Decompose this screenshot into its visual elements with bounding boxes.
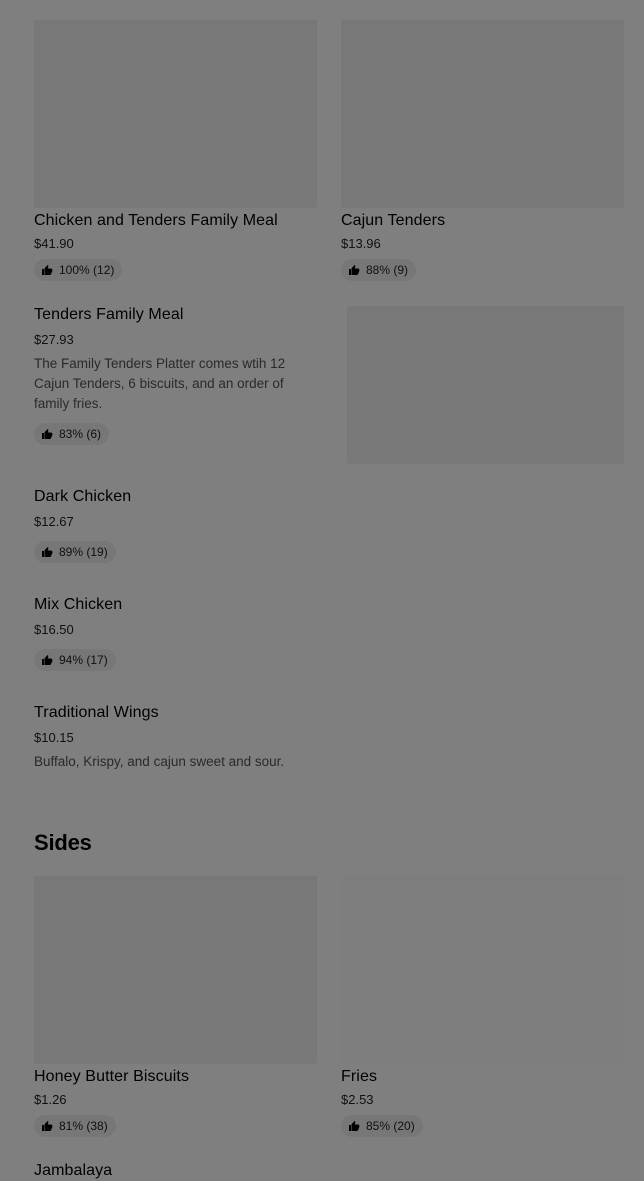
rating-badge: 83% (6) bbox=[34, 423, 110, 445]
item-price: $13.96 bbox=[341, 236, 381, 251]
item-image bbox=[341, 876, 624, 1064]
thumbs-up-icon bbox=[42, 655, 53, 665]
item-title: Honey Butter Biscuits bbox=[34, 1068, 190, 1085]
item-price: $27.93 bbox=[34, 332, 74, 347]
rating-text: 88% (9) bbox=[366, 263, 409, 277]
item-description: The Family Tenders Platter comes wtih 12… bbox=[34, 356, 286, 411]
thumbs-up-icon bbox=[42, 1121, 53, 1131]
rating-badge: 88% (9) bbox=[341, 259, 417, 281]
rating-badge: 81% (38) bbox=[34, 1115, 116, 1137]
rating-text: 83% (6) bbox=[59, 427, 102, 441]
thumbs-up-icon bbox=[349, 1121, 360, 1131]
thumbs-up-icon bbox=[42, 547, 53, 557]
rating-badge: 89% (19) bbox=[34, 541, 116, 563]
section-heading-sides: Sides bbox=[34, 830, 92, 855]
item-price: $16.50 bbox=[34, 622, 74, 637]
rating-text: 81% (38) bbox=[59, 1119, 108, 1133]
rating-badge: 100% (12) bbox=[34, 259, 123, 281]
rating-text: 94% (17) bbox=[59, 653, 108, 667]
item-title: Jambalaya bbox=[34, 1162, 113, 1179]
item-title: Chicken and Tenders Family Meal bbox=[34, 212, 278, 229]
thumbs-up-icon bbox=[349, 265, 360, 275]
rating-text: 100% (12) bbox=[59, 263, 115, 277]
rating-text: 85% (20) bbox=[366, 1119, 415, 1133]
item-title: Dark Chicken bbox=[34, 488, 132, 505]
rating-badge: 94% (17) bbox=[34, 649, 116, 671]
item-price: $41.90 bbox=[34, 236, 74, 251]
item-price: $1.26 bbox=[34, 1092, 67, 1107]
item-title: Tenders Family Meal bbox=[34, 306, 184, 323]
item-price: $12.67 bbox=[34, 514, 74, 529]
item-title: Mix Chicken bbox=[34, 596, 123, 613]
item-title: Fries bbox=[341, 1068, 378, 1085]
item-title: Cajun Tenders bbox=[341, 212, 446, 229]
item-image bbox=[341, 20, 624, 208]
thumbs-up-icon bbox=[42, 265, 53, 275]
thumbs-up-icon bbox=[42, 429, 53, 439]
item-price: $10.15 bbox=[34, 730, 74, 745]
item-price: $2.53 bbox=[341, 1092, 374, 1107]
item-image bbox=[34, 20, 317, 208]
item-description: Buffalo, Krispy, and cajun sweet and sou… bbox=[34, 754, 285, 769]
item-image bbox=[34, 876, 317, 1064]
item-title: Traditional Wings bbox=[34, 704, 159, 721]
item-image bbox=[347, 306, 624, 464]
rating-text: 89% (19) bbox=[59, 545, 108, 559]
menu-page: Chicken and Tenders Family Meal $41.90 1… bbox=[0, 0, 644, 1181]
rating-badge: 85% (20) bbox=[341, 1115, 423, 1137]
